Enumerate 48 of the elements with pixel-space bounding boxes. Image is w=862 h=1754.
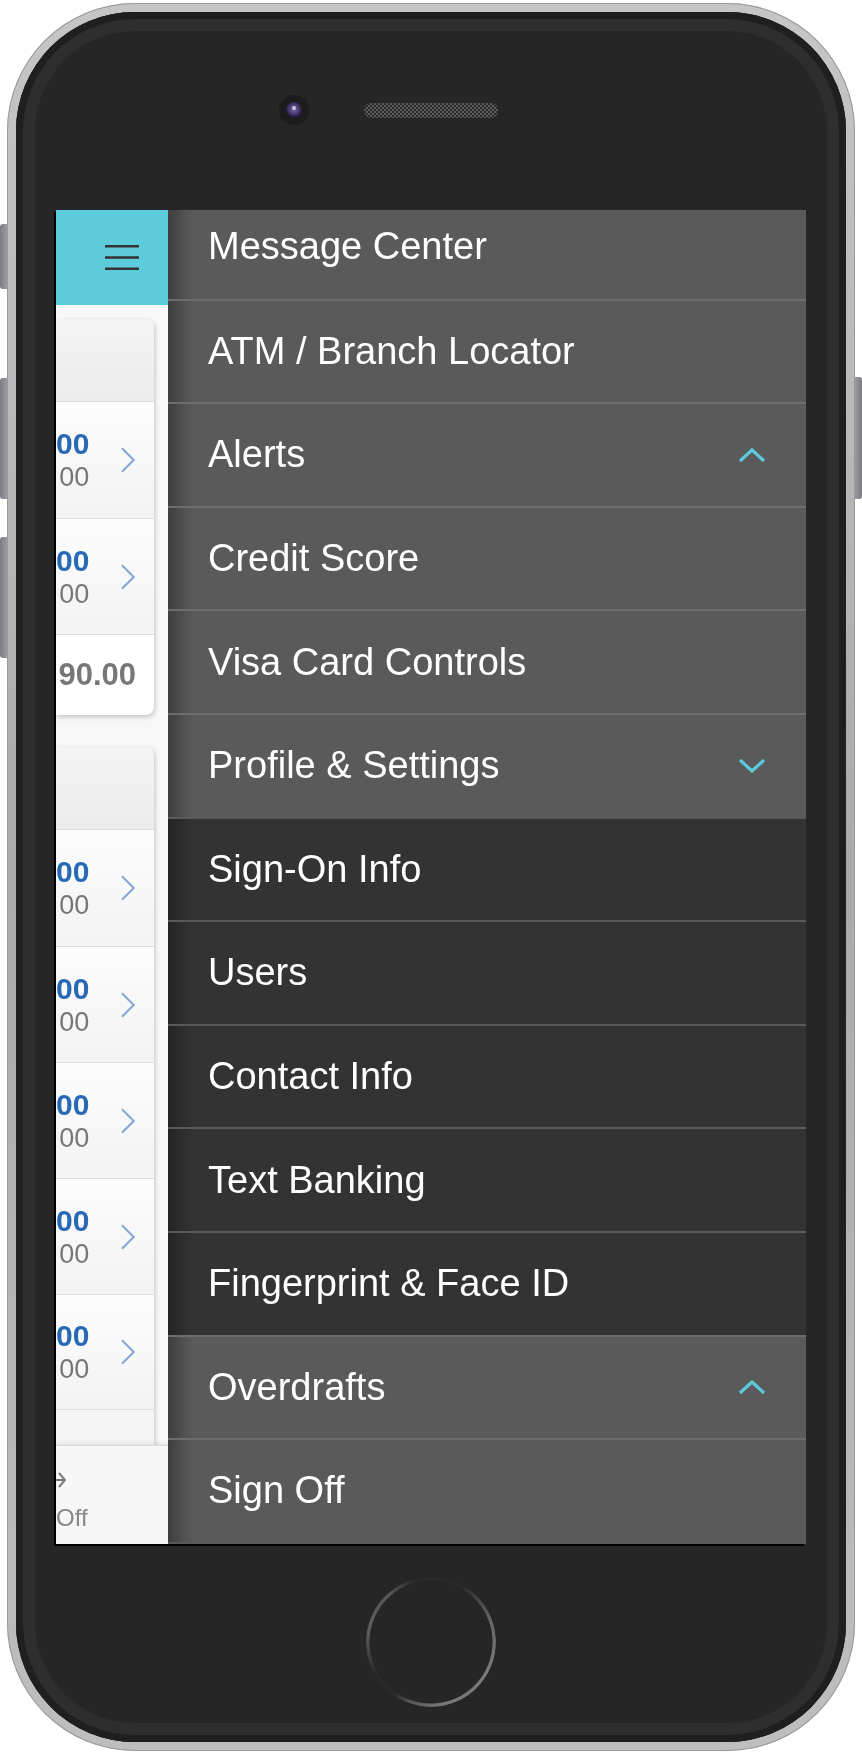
total-amount: 90.00 bbox=[58, 657, 136, 693]
menu-item[interactable]: Visa Card Controls bbox=[168, 609, 806, 713]
balance-text: 00 bbox=[59, 889, 90, 921]
menu-item[interactable]: Alerts bbox=[168, 402, 806, 506]
chevron-right-icon bbox=[120, 446, 136, 474]
amount-text: 00 bbox=[56, 1203, 90, 1238]
account-row[interactable]: 00 00 bbox=[56, 1294, 154, 1410]
account-row[interactable]: 00 00 bbox=[56, 518, 154, 634]
balance-text: 00 bbox=[59, 577, 90, 610]
balance-text: 00 bbox=[59, 1005, 90, 1038]
amount-text: 00 bbox=[56, 971, 90, 1006]
side-button[interactable] bbox=[855, 377, 862, 499]
side-button[interactable] bbox=[0, 224, 7, 289]
submenu-item[interactable]: Text Banking bbox=[168, 1127, 806, 1231]
amount-text: 00 bbox=[56, 543, 90, 578]
submenu-item[interactable]: Sign-On Info bbox=[168, 816, 806, 921]
amount-text: 00 bbox=[56, 1319, 90, 1353]
balance-text: 00 bbox=[59, 1353, 90, 1385]
menu-item[interactable]: Sign Off bbox=[168, 1438, 806, 1542]
account-row[interactable]: 00 00 bbox=[56, 946, 154, 1062]
account-row[interactable]: 00 00 bbox=[56, 1062, 154, 1178]
amount-text: 00 bbox=[56, 1087, 90, 1122]
submenu-item[interactable]: Fingerprint & Face ID bbox=[168, 1230, 806, 1335]
account-row[interactable]: 00 00 bbox=[56, 830, 154, 946]
account-row[interactable]: 00 00 bbox=[56, 1178, 154, 1294]
amount-text: 00 bbox=[56, 855, 90, 889]
balance-text: 00 bbox=[59, 461, 90, 493]
balance-text: 00 bbox=[59, 1121, 90, 1154]
arrow-icon bbox=[56, 1470, 66, 1490]
menu-icon[interactable] bbox=[105, 245, 139, 270]
camera-lens-icon bbox=[279, 95, 309, 125]
amount-text: 00 bbox=[56, 427, 90, 461]
submenu-item[interactable]: Contact Info bbox=[168, 1023, 806, 1128]
menu-item[interactable]: Profile & Settings bbox=[168, 712, 806, 817]
chevron-right-icon bbox=[120, 562, 136, 591]
menu-item[interactable]: ATM / Branch Locator bbox=[168, 298, 806, 403]
submenu-item[interactable]: Users bbox=[168, 920, 806, 1024]
menu-item[interactable]: Overdrafts bbox=[168, 1334, 806, 1439]
menu-item[interactable]: Credit Score bbox=[168, 505, 806, 610]
chevron-right-icon bbox=[120, 990, 136, 1019]
side-button[interactable] bbox=[0, 378, 7, 499]
side-button[interactable] bbox=[0, 537, 7, 658]
chevron-right-icon bbox=[120, 1106, 136, 1135]
chevron-right-icon bbox=[120, 874, 136, 902]
chevron-right-icon bbox=[120, 1338, 136, 1366]
chevron-right-icon bbox=[120, 1222, 136, 1251]
balance-text: 00 bbox=[59, 1237, 90, 1270]
account-row[interactable]: 00 00 bbox=[56, 402, 154, 518]
